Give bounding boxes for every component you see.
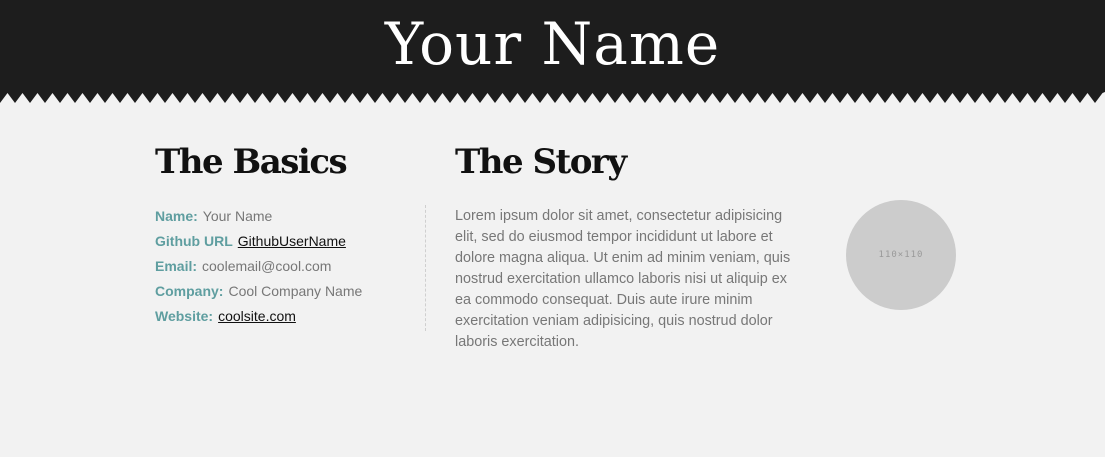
basics-label-company: Company: xyxy=(155,283,224,299)
basics-label-email: Email: xyxy=(155,258,198,274)
basics-item-email: Email: coolemail@cool.com xyxy=(155,255,362,280)
basics-label-name: Name: xyxy=(155,208,198,224)
story-heading: The Story xyxy=(455,142,627,182)
basics-item-website: Website: coolsite.com xyxy=(155,305,362,330)
basics-value-email: coolemail@cool.com xyxy=(202,258,332,274)
basics-label-github: Github URL xyxy=(155,233,233,249)
website-link[interactable]: coolsite.com xyxy=(218,308,296,324)
basics-item-company: Company: Cool Company Name xyxy=(155,280,362,305)
basics-item-name: Name: Your Name xyxy=(155,205,362,230)
header-zigzag-border xyxy=(0,92,1105,103)
avatar-placeholder: 110×110 xyxy=(846,200,956,310)
avatar-placeholder-label: 110×110 xyxy=(878,250,924,260)
basics-list: Name: Your Name Github URL GithubUserName … xyxy=(155,205,362,330)
site-title: Your Name xyxy=(384,10,721,78)
site-header: Your Name xyxy=(0,0,1105,92)
basics-item-github: Github URL GithubUserName xyxy=(155,230,362,255)
github-link[interactable]: GithubUserName xyxy=(238,233,346,249)
basics-label-website: Website: xyxy=(155,308,214,324)
column-divider xyxy=(425,205,426,331)
story-paragraph: Lorem ipsum dolor sit amet, consectetur … xyxy=(455,208,791,350)
basics-value-name: Your Name xyxy=(202,208,273,224)
basics-heading: The Basics xyxy=(155,142,348,182)
basics-value-company: Cool Company Name xyxy=(228,283,363,299)
